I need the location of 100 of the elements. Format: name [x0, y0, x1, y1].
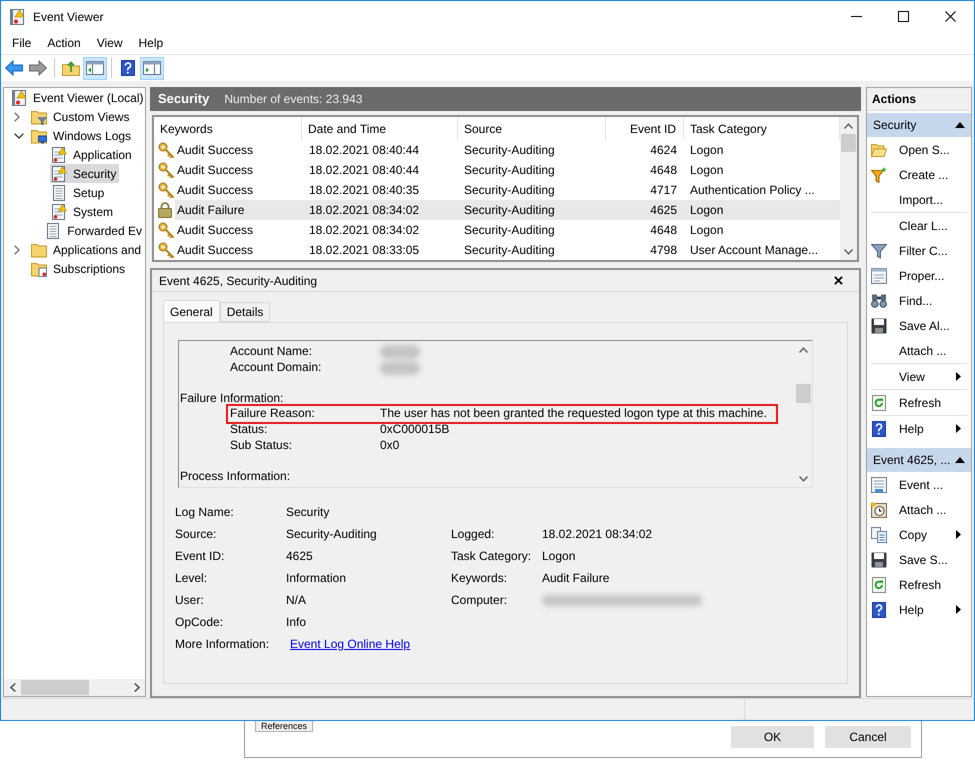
online-help-link[interactable]: Event Log Online Help: [290, 635, 410, 653]
tab[interactable]: General: [163, 300, 220, 322]
table-cell-text: Audit Success: [176, 242, 254, 259]
refresh-icon: [871, 394, 887, 410]
column-header[interactable]: Source: [458, 117, 606, 140]
command-link[interactable]: Help: [867, 416, 971, 441]
menu-item[interactable]: Action: [39, 34, 89, 52]
menu-item[interactable]: Help: [130, 34, 172, 52]
property-label: OpCode:: [175, 614, 224, 631]
command-link[interactable]: Filter C...: [867, 238, 971, 263]
chevron-up-icon[interactable]: [799, 346, 808, 352]
submenu-arrow-icon[interactable]: [956, 530, 961, 539]
command-link[interactable]: Event ...: [867, 472, 971, 497]
dialog-button[interactable]: Cancel: [825, 726, 911, 748]
command-link[interactable]: Copy: [867, 522, 971, 547]
command-link[interactable]: Attach ...: [867, 497, 971, 522]
property-value: Security: [286, 504, 330, 521]
tree-item[interactable]: Custom Views: [30, 107, 132, 126]
command-link[interactable]: Find...: [867, 288, 971, 313]
command-link[interactable]: Refresh: [867, 572, 971, 597]
triangle-up-icon[interactable]: [955, 457, 965, 463]
table-cell-text: Security-Auditing: [463, 142, 556, 159]
submenu-arrow-icon[interactable]: [956, 605, 961, 614]
tree-item[interactable]: Application: [50, 145, 135, 164]
tree-item[interactable]: System: [50, 202, 116, 221]
chevron-right-icon[interactable]: [14, 244, 20, 254]
document-icon: [871, 476, 887, 492]
command-link[interactable]: Refresh: [867, 390, 971, 415]
list-row[interactable]: Audit Success 18.02.2021 08:34:02 Security-Auditing 4648 Logon: [175, 220, 840, 240]
tree-item[interactable]: Event Viewer (Local): [10, 88, 145, 107]
chevron-down-icon[interactable]: [799, 476, 808, 482]
tree-item[interactable]: Windows Logs: [30, 126, 134, 145]
property-label: User:: [175, 592, 205, 609]
padlock-icon: [158, 202, 172, 218]
dialog-button[interactable]: OK: [731, 726, 814, 748]
right-pane-toggle[interactable]: [140, 56, 164, 80]
submenu-arrow-icon[interactable]: [956, 372, 961, 381]
command-link[interactable]: Clear L...: [867, 213, 971, 238]
property-label: Keywords:: [451, 570, 508, 587]
funnel-star-icon: [871, 166, 887, 182]
two-pages-icon: [871, 526, 887, 542]
command-link[interactable]: Create ...: [867, 162, 971, 187]
log-book-icon: [11, 90, 27, 106]
scroll-thumb[interactable]: [21, 680, 89, 695]
chevron-down-icon[interactable]: [844, 248, 853, 254]
group-header[interactable]: Security: [867, 113, 971, 137]
properties-page-icon: [871, 268, 887, 284]
group-header[interactable]: Event 4625, ...: [867, 448, 971, 472]
window-title: Event Viewer: [33, 8, 104, 26]
log-page-icon: [45, 222, 62, 238]
table-cell-text: Logon: [689, 162, 724, 179]
tree-item[interactable]: Security: [50, 164, 120, 183]
pane-title: Actions: [872, 91, 916, 108]
chevron-right-icon[interactable]: [134, 683, 140, 692]
tree-item[interactable]: Applications and: [30, 240, 144, 259]
chevron-up-icon[interactable]: [844, 122, 853, 128]
list-row[interactable]: Audit Success 18.02.2021 08:40:44 Security-Auditing 4624 Logon: [175, 140, 840, 160]
command-link[interactable]: Help: [867, 597, 971, 622]
command-link[interactable]: Import...: [867, 187, 971, 212]
left-pane-toggle[interactable]: [83, 56, 107, 80]
field-label: Account Domain:: [230, 360, 322, 376]
submenu-arrow-icon[interactable]: [956, 424, 961, 433]
list-row[interactable]: Audit Success 18.02.2021 08:40:35 Security-Auditing 4717 Authentication Policy ...: [175, 180, 840, 200]
menu-item[interactable]: File: [4, 34, 40, 52]
list-row[interactable]: Audit Success 18.02.2021 08:40:44 Security-Auditing 4648 Logon: [175, 160, 840, 180]
command-link[interactable]: Save S...: [867, 547, 971, 572]
close-icon: [945, 11, 956, 22]
list-row[interactable]: Audit Failure 18.02.2021 08:34:02 Security-Auditing 4625 Logon: [175, 200, 840, 220]
tab[interactable]: Details: [220, 302, 270, 322]
command-link[interactable]: Save Al...: [867, 313, 971, 338]
vertical-scrollbar[interactable]: [840, 117, 857, 260]
folder-monitor-icon: [31, 128, 47, 144]
table-cell-text: Audit Success: [176, 182, 254, 199]
chevron-left-icon[interactable]: [10, 683, 16, 692]
chevron-down-icon[interactable]: [14, 132, 24, 138]
table-cell-text: Audit Success: [176, 222, 254, 239]
tree-item[interactable]: Subscriptions: [30, 259, 128, 278]
table-cell-text: User Account Manage...: [689, 242, 820, 259]
chevron-right-icon[interactable]: [14, 112, 20, 122]
command-link[interactable]: Attach ...: [867, 338, 971, 363]
column-header[interactable]: Date and Time: [302, 117, 458, 140]
column-header[interactable]: Keywords: [154, 117, 302, 140]
references-button[interactable]: References: [255, 721, 314, 732]
menu-item[interactable]: View: [88, 34, 130, 52]
command-link[interactable]: View: [867, 364, 971, 389]
command-link[interactable]: Open S...: [867, 137, 971, 162]
field-value: The user has not been granted the requested logon type at this machine.: [380, 406, 767, 422]
command-link[interactable]: Proper...: [867, 263, 971, 288]
table-cell-text: 4648: [649, 162, 678, 179]
tree-item[interactable]: Setup: [50, 183, 108, 202]
scroll-thumb[interactable]: [841, 134, 856, 152]
log-warning-icon: [51, 204, 67, 220]
scroll-thumb[interactable]: [796, 384, 811, 403]
column-header[interactable]: Event ID: [606, 117, 684, 140]
list-row[interactable]: Audit Success 18.02.2021 08:33:05 Security-Auditing 4798 User Account Manage...: [175, 240, 840, 260]
horizontal-scrollbar[interactable]: [4, 679, 145, 696]
triangle-up-icon[interactable]: [955, 122, 965, 128]
question-mark-icon: [872, 420, 886, 436]
tree-item[interactable]: Forwarded Ev: [44, 221, 145, 240]
close-icon[interactable]: [834, 276, 843, 285]
